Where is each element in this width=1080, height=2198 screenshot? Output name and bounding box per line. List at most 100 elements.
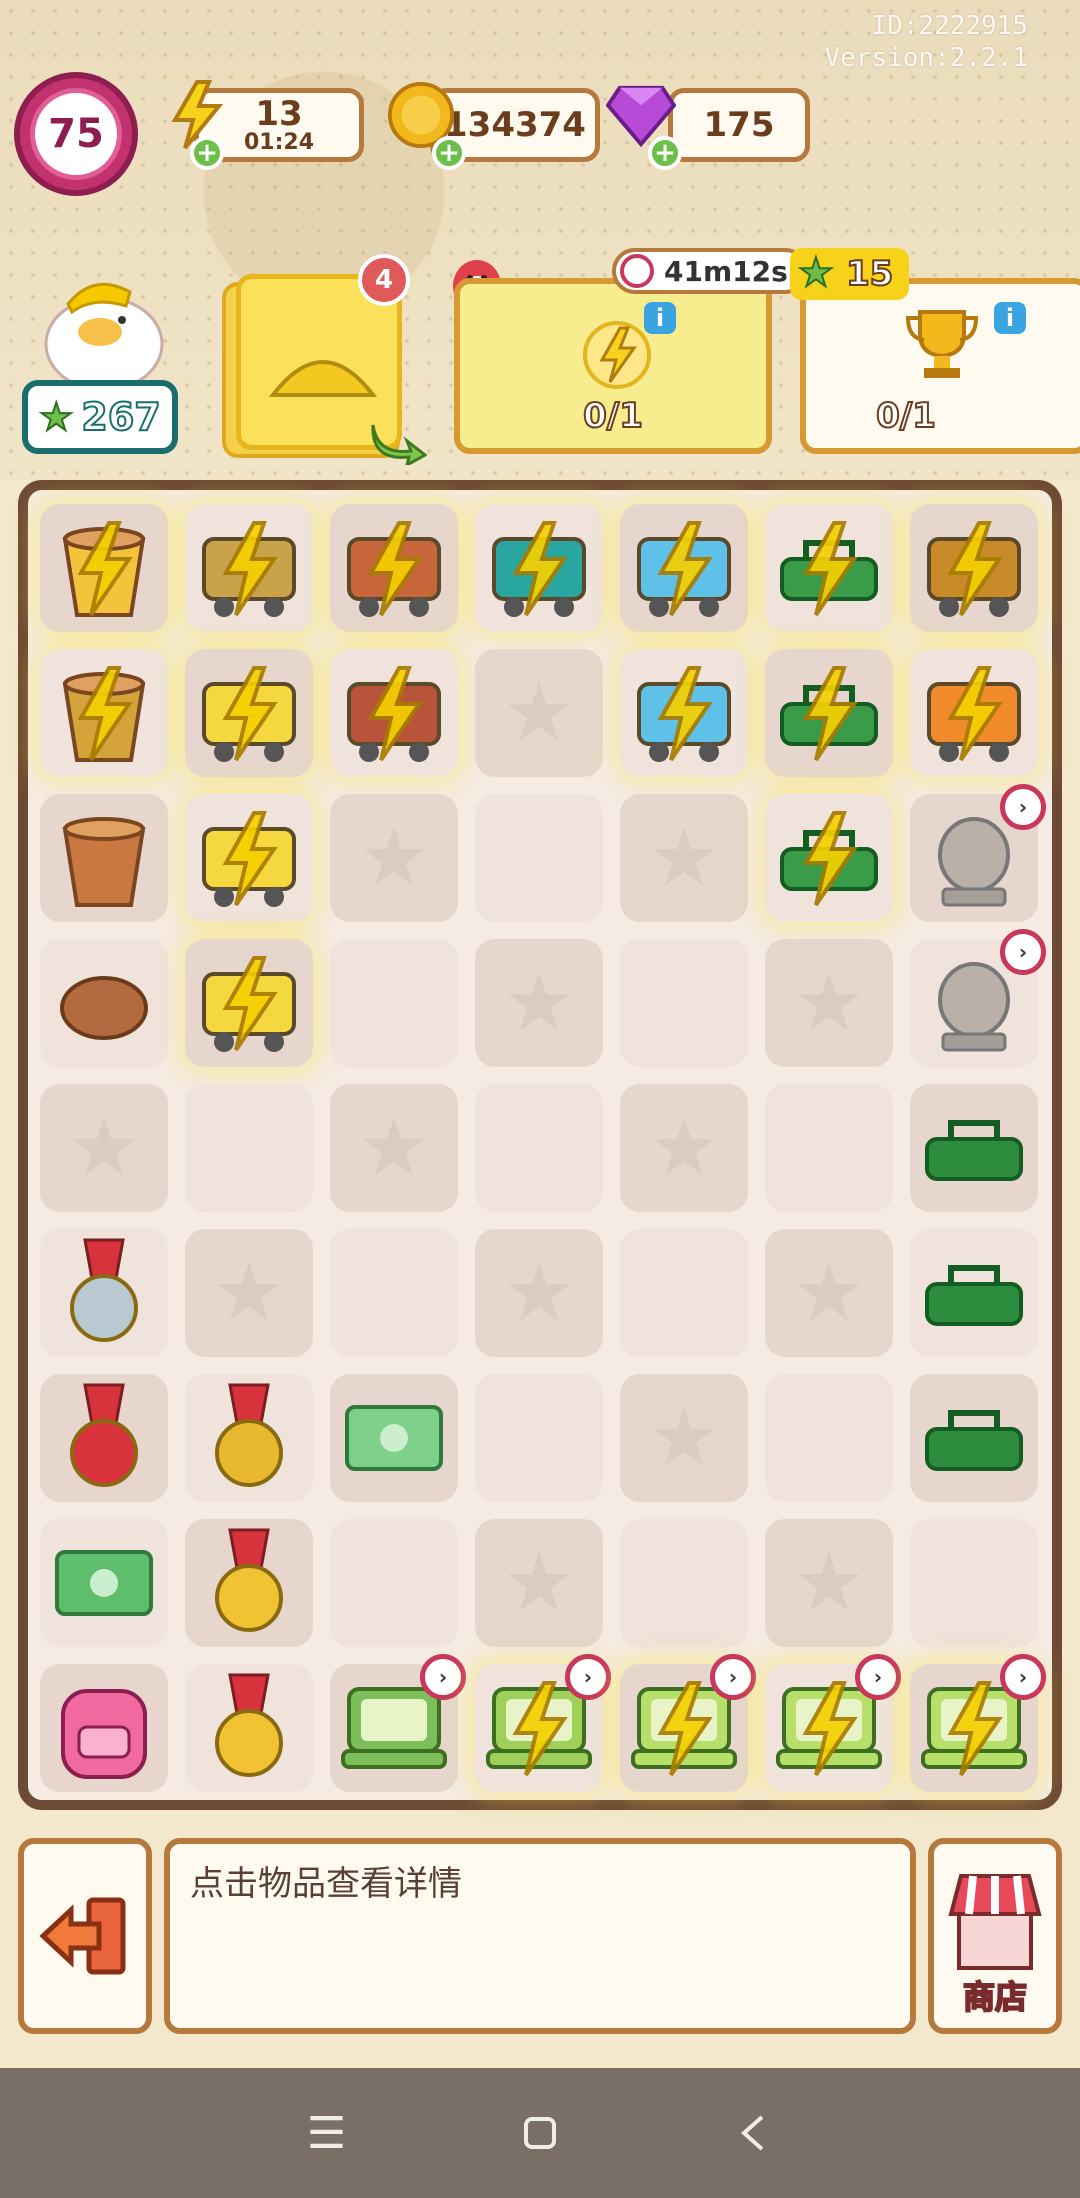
board-cell[interactable]: ›	[475, 1654, 611, 1792]
add-gems-button[interactable]: +	[648, 136, 682, 170]
red-ribbon-medal-item[interactable]	[45, 1379, 163, 1497]
board-cell[interactable]: ›	[620, 1654, 756, 1792]
board-cell[interactable]	[40, 1374, 168, 1502]
veg-basket-item[interactable]	[915, 654, 1033, 772]
scale-item[interactable]	[625, 654, 743, 772]
board-cell[interactable]: ★	[765, 1519, 893, 1647]
board-cell[interactable]	[475, 794, 603, 922]
board-cell[interactable]: ★	[620, 1374, 748, 1502]
board-cell[interactable]	[910, 1084, 1038, 1212]
add-coins-button[interactable]: +	[432, 136, 466, 170]
board-cell[interactable]	[40, 794, 168, 922]
duck-mascot[interactable]	[34, 262, 174, 392]
board-cell[interactable]	[185, 1374, 313, 1502]
board-cell[interactable]	[185, 1084, 313, 1212]
board-cell[interactable]	[40, 504, 168, 632]
board-cell[interactable]	[620, 939, 748, 1067]
energy-task-card[interactable]: 0/1 i	[454, 278, 772, 454]
board-cell[interactable]: ★	[620, 1084, 748, 1212]
board-cell[interactable]	[40, 1229, 168, 1357]
board-cell[interactable]: ★	[620, 794, 748, 922]
board-cell[interactable]	[475, 1374, 603, 1502]
board-cell[interactable]	[910, 1519, 1038, 1647]
board-cell[interactable]: ★	[765, 1229, 893, 1357]
back-icon[interactable]	[713, 2093, 793, 2173]
board-cell[interactable]	[910, 649, 1038, 777]
board-cell[interactable]	[475, 1084, 603, 1212]
board-cell[interactable]: ★	[475, 939, 603, 1067]
board-cell[interactable]	[765, 649, 893, 777]
pink-backpack-item[interactable]	[45, 1669, 163, 1787]
board-cell[interactable]: ›	[765, 1654, 901, 1792]
gold-medal-item[interactable]	[190, 1524, 308, 1642]
barrow-item[interactable]	[335, 654, 453, 772]
gem-counter[interactable]: 175	[668, 88, 810, 162]
board-cell[interactable]	[40, 1664, 168, 1792]
money-bill-item[interactable]	[335, 1379, 453, 1497]
board-cell[interactable]	[620, 1229, 748, 1357]
board-cell[interactable]	[185, 794, 313, 922]
board-cell[interactable]	[185, 939, 313, 1067]
board-cell[interactable]	[330, 1229, 458, 1357]
home-icon[interactable]	[500, 2093, 580, 2173]
board-cell[interactable]	[620, 1519, 748, 1647]
board-cell[interactable]	[620, 504, 748, 632]
board-cell[interactable]	[765, 504, 893, 632]
board-cell[interactable]	[330, 504, 458, 632]
board-cell[interactable]	[330, 1374, 458, 1502]
menu-icon[interactable]: ☰	[287, 2093, 367, 2173]
shop-button[interactable]: 商店	[928, 1838, 1062, 2034]
star-counter[interactable]: ★ 267	[22, 380, 178, 454]
board-cell[interactable]	[765, 1374, 893, 1502]
exit-button[interactable]	[18, 1838, 152, 2034]
board-cell[interactable]	[40, 1519, 168, 1647]
clay-lump-item[interactable]	[45, 944, 163, 1062]
green-box-item[interactable]	[770, 654, 888, 772]
crown-medal-item[interactable]	[190, 1669, 308, 1787]
cart-wood-item[interactable]	[190, 509, 308, 627]
board-cell[interactable]: ›	[910, 929, 1046, 1067]
pot-item[interactable]	[45, 654, 163, 772]
board-cell[interactable]: ›	[910, 784, 1046, 922]
board-cell[interactable]	[330, 649, 458, 777]
silver-medal-item[interactable]	[45, 1234, 163, 1352]
clay-pot-item[interactable]	[45, 799, 163, 917]
green-toolbox-item[interactable]	[915, 1379, 1033, 1497]
board-cell[interactable]: ›	[910, 1654, 1046, 1792]
board-cell[interactable]	[620, 649, 748, 777]
board-cell[interactable]	[330, 1519, 458, 1647]
green-lid-item[interactable]	[915, 1089, 1033, 1207]
board-cell[interactable]	[910, 1374, 1038, 1502]
board-cell[interactable]	[185, 504, 313, 632]
trophy-task-card[interactable]: 0/1 i	[800, 278, 1080, 454]
board-cell[interactable]: ★	[40, 1084, 168, 1212]
board-cell[interactable]	[475, 504, 603, 632]
board-cell[interactable]	[185, 1519, 313, 1647]
board-cell[interactable]: ★	[475, 1229, 603, 1357]
level-badge[interactable]: 75	[14, 72, 138, 196]
scale-item[interactable]	[625, 509, 743, 627]
board-cell[interactable]	[765, 1084, 893, 1212]
green-box-item[interactable]	[770, 509, 888, 627]
tools-barrow-item[interactable]	[335, 509, 453, 627]
green-handle-item[interactable]	[915, 1234, 1033, 1352]
board-cell[interactable]: ★	[330, 1084, 458, 1212]
board-cell[interactable]	[185, 649, 313, 777]
cart-cyan-item[interactable]	[480, 509, 598, 627]
duck-cart-item[interactable]	[190, 799, 308, 917]
basket-item[interactable]	[915, 509, 1033, 627]
trophy-task-info-icon[interactable]: i	[994, 302, 1026, 334]
board-cell[interactable]	[40, 939, 168, 1067]
energy-task-info-icon[interactable]: i	[644, 302, 676, 334]
add-energy-button[interactable]: +	[190, 136, 224, 170]
board-cell[interactable]: ›	[330, 1654, 466, 1792]
board-cell[interactable]: ★	[765, 939, 893, 1067]
board-cell[interactable]	[185, 1664, 313, 1792]
board-cell[interactable]	[910, 504, 1038, 632]
board-cell[interactable]	[910, 1229, 1038, 1357]
board-cell[interactable]	[765, 794, 893, 922]
green-box-item[interactable]	[770, 799, 888, 917]
board-cell[interactable]	[40, 649, 168, 777]
board-cell[interactable]: ★	[475, 1519, 603, 1647]
board-cell[interactable]: ★	[475, 649, 603, 777]
